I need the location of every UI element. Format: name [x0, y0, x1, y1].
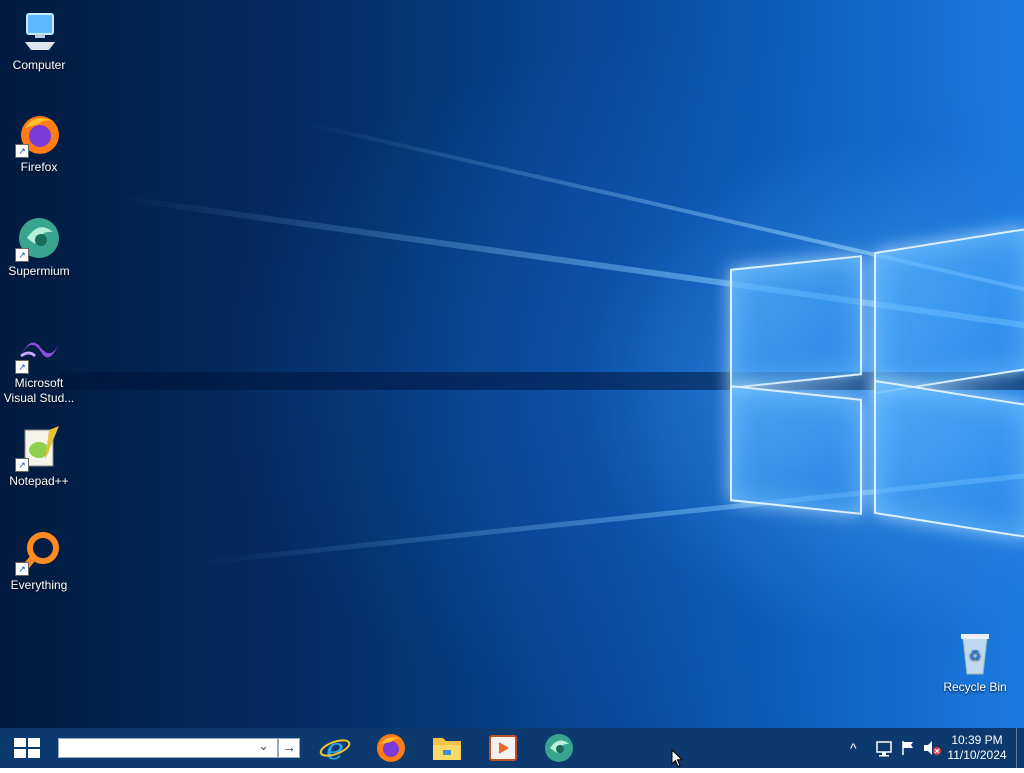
desktop-icon-visual-studio[interactable]: ↗ Microsoft Visual Stud...	[0, 326, 78, 406]
taskbar-search-input[interactable]	[58, 738, 278, 758]
taskbar-pinned-internet-explorer[interactable]: e	[314, 728, 356, 768]
visual-studio-icon: ↗	[15, 326, 63, 374]
firefox-icon: ↗	[15, 110, 63, 158]
taskbar-pinned-supermium[interactable]	[538, 728, 580, 768]
action-center-flag-icon[interactable]	[900, 740, 916, 761]
taskbar-pinned-media-player[interactable]	[482, 728, 524, 768]
desktop[interactable]: Computer ↗ Firefox ↗ Supermium ↗ Microso…	[0, 0, 1024, 728]
show-desktop-button[interactable]	[1016, 728, 1024, 768]
taskbar-pinned-firefox[interactable]	[370, 728, 412, 768]
media-player-icon	[488, 734, 518, 767]
wallpaper-logo-pane	[730, 385, 862, 515]
recycle-bin-icon: ♻	[951, 630, 999, 678]
everything-icon: ↗	[15, 528, 63, 576]
svg-text:♻: ♻	[969, 648, 982, 664]
volume-muted-icon[interactable]	[922, 740, 942, 761]
internet-explorer-icon: e	[319, 732, 351, 769]
shortcut-arrow-icon: ↗	[15, 360, 29, 374]
desktop-icon-label: Everything	[10, 578, 68, 592]
shortcut-arrow-icon: ↗	[15, 144, 29, 158]
desktop-icon-label: Supermium	[8, 264, 70, 278]
desktop-icon-supermium[interactable]: ↗ Supermium	[0, 214, 78, 279]
wallpaper-logo-pane	[874, 227, 1024, 395]
desktop-icon-recycle-bin[interactable]: ♻ Recycle Bin	[936, 630, 1014, 695]
desktop-icon-computer[interactable]: Computer	[0, 8, 78, 73]
desktop-icon-label: Computer	[12, 58, 66, 72]
svg-text:e: e	[326, 732, 344, 764]
shortcut-arrow-icon: ↗	[15, 248, 29, 262]
search-submit-button[interactable]: →	[278, 738, 300, 758]
firefox-icon	[375, 732, 407, 769]
network-icon[interactable]	[876, 741, 894, 762]
supermium-icon	[543, 732, 575, 769]
desktop-icon-label: Microsoft Visual Stud...	[3, 376, 75, 405]
clock-date: 11/10/2024	[947, 748, 1007, 762]
shortcut-arrow-icon: ↗	[15, 458, 29, 472]
taskbar: ⌄ → e ^ 10:39 PM 11/10/2024	[0, 728, 1024, 768]
mouse-cursor	[671, 748, 684, 773]
taskbar-clock[interactable]: 10:39 PM 11/10/2024	[944, 733, 1010, 763]
show-hidden-icons-chevron[interactable]: ^	[850, 740, 857, 756]
desktop-icon-firefox[interactable]: ↗ Firefox	[0, 110, 78, 175]
wallpaper-logo-pane	[874, 379, 1024, 539]
file-explorer-icon	[431, 734, 463, 767]
wallpaper-logo-pane	[730, 255, 862, 389]
chevron-down-icon[interactable]: ⌄	[258, 738, 269, 754]
desktop-icon-notepadpp[interactable]: ↗ Notepad++	[0, 424, 78, 489]
start-button[interactable]	[0, 728, 52, 768]
windows-start-icon	[14, 738, 40, 763]
computer-icon	[15, 8, 63, 56]
notepadpp-icon: ↗	[15, 424, 63, 472]
clock-time: 10:39 PM	[951, 733, 1003, 747]
shortcut-arrow-icon: ↗	[15, 562, 29, 576]
desktop-icon-label: Notepad++	[9, 474, 69, 488]
supermium-icon: ↗	[15, 214, 63, 262]
desktop-icon-label: Firefox	[20, 160, 58, 174]
taskbar-pinned-file-explorer[interactable]	[426, 728, 468, 768]
desktop-icon-label: Recycle Bin	[943, 680, 1007, 694]
desktop-icon-everything[interactable]: ↗ Everything	[0, 528, 78, 593]
